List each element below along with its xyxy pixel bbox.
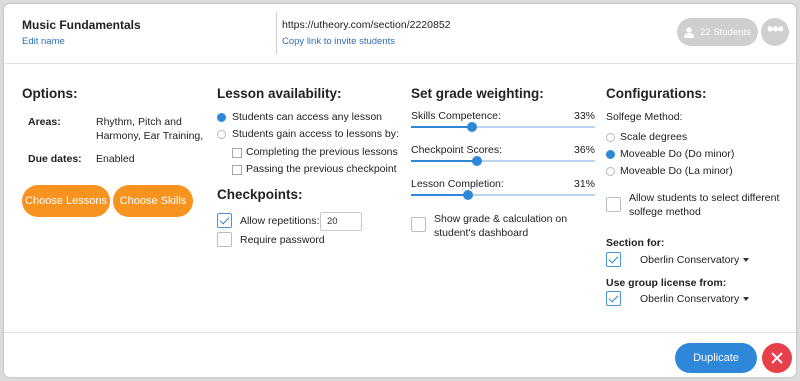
slider-fill [411,194,469,196]
radio-moveable-do-minor[interactable] [606,150,615,159]
show-grade-label-line1: Show grade & calculation on [434,213,568,225]
section-for-label: Section for: [606,237,665,249]
allow-repetitions-label: Allow repetitions: [240,215,320,227]
checkpoint-scores-label: Checkpoint Scores: [411,144,503,156]
completing-lessons-label: Completing the previous lessons [246,146,398,158]
header-divider [276,12,277,54]
allow-repetitions-checkbox[interactable] [217,213,232,228]
areas-value-line2: Harmony, Ear Training, [96,130,204,142]
completing-lessons-checkbox[interactable] [232,148,242,158]
checkmark-icon [608,292,619,303]
copy-invite-link[interactable]: Copy link to invite students [282,36,395,47]
options-heading: Options: [22,86,78,101]
allow-different-label-line2: solfege method [629,206,701,218]
section-url: https://utheory.com/section/2220852 [282,19,451,31]
checkpoint-scores-percent: 36% [573,144,595,156]
any-lesson-label: Students can access any lesson [232,111,383,123]
radio-scale-degrees[interactable] [606,133,615,142]
solfege-method-label: Solfege Method: [606,111,683,123]
skills-competence-percent: 33% [573,110,595,122]
students-button[interactable]: 22 Students [677,18,758,46]
moveable-do-minor-label: Moveable Do (Do minor) [620,148,735,160]
radio-moveable-la-minor[interactable] [606,167,615,176]
repetitions-input[interactable]: 20 [320,212,362,231]
dialog-footer: Duplicate [4,332,796,377]
choose-skills-button[interactable]: Choose Skills [113,185,193,217]
slider-fill [411,126,472,128]
checkmark-icon [219,214,230,225]
checkpoint-scores-slider[interactable] [411,156,595,166]
allow-different-solfege-checkbox[interactable] [606,197,621,212]
radio-any-lesson[interactable] [217,113,226,122]
show-grade-label-line2: student's dashboard [434,227,529,239]
config-heading: Configurations: [606,86,707,101]
checkmark-icon [608,253,619,264]
passing-checkpoint-label: Passing the previous checkpoint [246,163,397,175]
license-value: Oberlin Conservatory [640,293,740,305]
dialog-header: Music Fundamentals Edit name https://uth… [4,4,796,64]
license-dropdown[interactable]: Oberlin Conservatory [640,293,750,305]
section-for-value: Oberlin Conservatory [640,254,740,266]
radio-gain-access[interactable] [217,130,226,139]
areas-value-line1: Rhythm, Pitch and [96,116,182,128]
more-options-button[interactable]: ••• [761,18,789,46]
availability-heading: Lesson availability: [217,86,342,101]
section-for-checkbox[interactable] [606,252,621,267]
lesson-completion-label: Lesson Completion: [411,178,504,190]
slider-handle[interactable] [472,156,483,166]
choose-lessons-button[interactable]: Choose Lessons [22,185,110,217]
section-dialog: Music Fundamentals Edit name https://uth… [4,4,796,377]
close-button[interactable] [762,343,792,373]
allow-different-label-line1: Allow students to select different [629,192,780,204]
students-count: 22 Students [700,26,751,38]
lesson-completion-slider[interactable] [411,190,595,200]
slider-handle[interactable] [466,122,477,132]
require-password-checkbox[interactable] [217,232,232,247]
section-for-dropdown[interactable]: Oberlin Conservatory [640,254,750,266]
lesson-completion-percent: 31% [573,178,595,190]
grading-heading: Set grade weighting: [411,86,544,101]
chevron-down-icon [743,258,750,263]
require-password-label: Require password [240,234,325,246]
duplicate-button[interactable]: Duplicate [675,343,757,373]
checkpoints-heading: Checkpoints: [217,187,303,202]
gain-access-label: Students gain access to lessons by: [232,128,399,140]
skills-competence-label: Skills Competence: [411,110,501,122]
section-title: Music Fundamentals [22,18,141,32]
moveable-la-minor-label: Moveable Do (La minor) [620,165,733,177]
license-label: Use group license from: [606,277,727,289]
due-dates-label: Due dates: [28,153,82,165]
slider-fill [411,160,478,162]
scale-degrees-label: Scale degrees [620,131,688,143]
passing-checkpoint-checkbox[interactable] [232,165,242,175]
show-grade-checkbox[interactable] [411,217,426,232]
license-checkbox[interactable] [606,291,621,306]
slider-handle[interactable] [463,190,474,200]
due-dates-value: Enabled [96,153,135,165]
skills-competence-slider[interactable] [411,122,595,132]
edit-name-link[interactable]: Edit name [22,36,65,47]
areas-label: Areas: [28,116,61,128]
chevron-down-icon [743,297,750,302]
user-icon [684,26,695,38]
